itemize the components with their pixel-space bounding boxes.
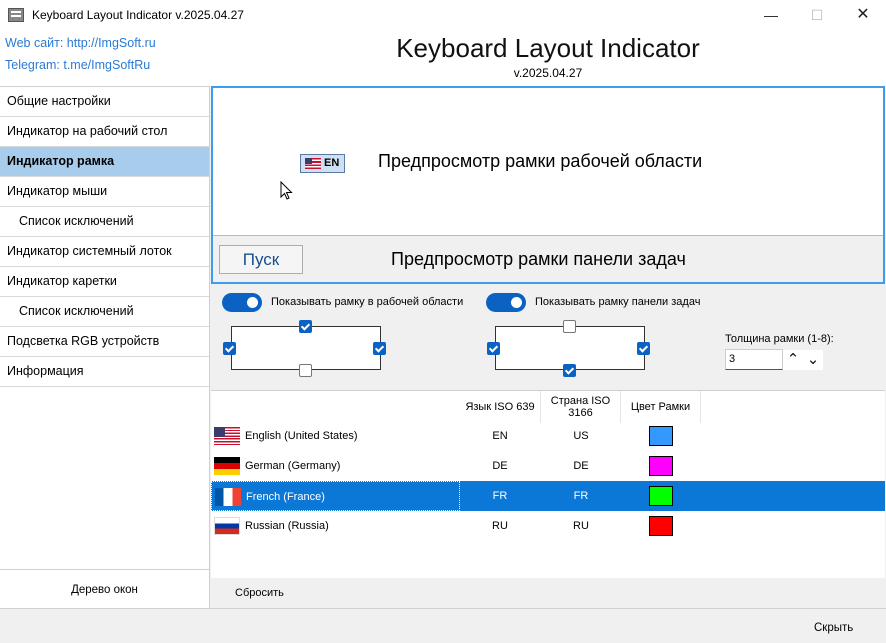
taskbar-preview-label: Предпросмотр рамки панели задач	[391, 249, 686, 269]
mouse-cursor-icon	[280, 181, 293, 200]
hide-button[interactable]: Скрыть	[814, 622, 853, 634]
language-name-cell[interactable]: Russian (Russia)	[211, 511, 460, 541]
window-tree-button[interactable]: Дерево окон	[0, 569, 209, 609]
language-name: Russian (Russia)	[245, 520, 329, 532]
show-workspace-frame-label: Показывать рамку в рабочей области	[271, 296, 464, 308]
workspace-bottom-side-checkbox[interactable]	[299, 364, 312, 377]
table-row[interactable]: German (Germany) DE DE	[211, 451, 885, 481]
start-button[interactable]: Пуск	[219, 245, 303, 274]
sidebar-item-rgb-lighting[interactable]: Подсветка RGB устройств	[0, 327, 209, 357]
sidebar-item-caret-indicator[interactable]: Индикатор каретки	[0, 267, 209, 297]
taskbar-top-side-checkbox[interactable]	[563, 320, 576, 333]
frame-color-swatch[interactable]	[649, 486, 673, 506]
table-row[interactable]: Russian (Russia) RU RU	[211, 511, 885, 541]
chevron-up-icon[interactable]: ⌃	[783, 350, 803, 370]
language-name-cell[interactable]: German (Germany)	[211, 451, 460, 481]
workspace-preview-label: Предпросмотр рамки рабочей области	[378, 151, 703, 171]
sidebar-item-mouse-indicator[interactable]: Индикатор мыши	[0, 177, 209, 207]
taskbar-left-side-checkbox[interactable]	[487, 342, 500, 355]
frame-color-swatch[interactable]	[649, 456, 673, 476]
table-row-selected[interactable]: French (France) FR FR	[211, 481, 885, 511]
language-name-cell[interactable]: French (France)	[211, 481, 460, 511]
table-row[interactable]: English (United States) EN US	[211, 421, 885, 451]
window-title: Keyboard Layout Indicator v.2025.04.27	[32, 8, 244, 22]
telegram-link[interactable]: Telegram: t.me/ImgSoftRu	[5, 58, 150, 72]
taskbar-bottom-side-checkbox[interactable]	[563, 364, 576, 377]
language-name: English (United States)	[245, 430, 358, 442]
iso639-code: EN	[492, 430, 508, 442]
sidebar-item-mouse-exclusions[interactable]: Список исключений	[0, 207, 209, 237]
bottom-bar: Скрыть	[0, 608, 886, 643]
maximize-button[interactable]: ☐	[794, 0, 840, 30]
web-site-link[interactable]: Web сайт: http://ImgSoft.ru	[5, 36, 156, 50]
sidebar: Общие настройки Индикатор на рабочий сто…	[0, 86, 210, 608]
iso3166-code: DE	[573, 460, 589, 472]
us-flag-icon	[305, 158, 321, 169]
reset-button[interactable]: Сбросить	[235, 587, 284, 599]
language-table: Язык ISO 639 Страна ISO 3166 Цвет Рамки …	[211, 390, 885, 578]
sidebar-item-general-settings[interactable]: Общие настройки	[0, 87, 209, 117]
show-workspace-frame-toggle[interactable]	[222, 293, 262, 312]
layout-badge: EN	[300, 154, 345, 173]
iso3166-code: RU	[573, 520, 589, 532]
iso3166-code: FR	[573, 490, 589, 502]
sidebar-item-caret-exclusions[interactable]: Список исключений	[0, 297, 209, 327]
app-version: v.2025.04.27	[513, 66, 583, 80]
sidebar-item-frame-indicator[interactable]: Индикатор рамка	[0, 147, 209, 177]
app-title: Keyboard Layout Indicator	[396, 33, 700, 63]
frame-color-swatch[interactable]	[649, 516, 673, 536]
language-name: German (Germany)	[245, 460, 341, 472]
show-taskbar-frame-label: Показывать рамку панели задач	[535, 296, 701, 308]
iso639-code: FR	[492, 490, 508, 502]
iso639-code: DE	[492, 460, 508, 472]
close-window-button[interactable]: ✕	[840, 0, 886, 30]
workspace-right-side-checkbox[interactable]	[373, 342, 386, 355]
language-name: French (France)	[246, 491, 325, 503]
iso639-code: RU	[492, 520, 508, 532]
frame-thickness-input[interactable]: 3	[725, 349, 783, 370]
header: Web сайт: http://ImgSoft.ru Telegram: t.…	[0, 30, 886, 86]
language-name-cell[interactable]: English (United States)	[211, 421, 460, 451]
chevron-down-icon[interactable]: ⌄	[803, 350, 823, 370]
show-taskbar-frame-toggle[interactable]	[486, 293, 526, 312]
taskbar-preview: Пуск Предпросмотр рамки панели задач	[213, 235, 883, 282]
minimize-button[interactable]: —	[748, 0, 794, 30]
column-header-iso639[interactable]: Язык ISO 639	[460, 391, 541, 423]
frame-preview: EN Предпросмотр рамки рабочей области Пу…	[211, 86, 885, 284]
taskbar-right-side-checkbox[interactable]	[637, 342, 650, 355]
workspace-left-side-checkbox[interactable]	[223, 342, 236, 355]
sidebar-item-information[interactable]: Информация	[0, 357, 209, 387]
column-header-frame-color[interactable]: Цвет Рамки	[621, 391, 701, 423]
fr-flag-icon	[215, 488, 241, 506]
sidebar-item-tray-indicator[interactable]: Индикатор системный лоток	[0, 237, 209, 267]
de-flag-icon	[214, 457, 240, 475]
ru-flag-icon	[214, 517, 240, 535]
frame-thickness-label: Толщина рамки (1-8):	[725, 333, 834, 345]
column-header-iso3166[interactable]: Страна ISO 3166	[541, 391, 621, 423]
keyboard-app-icon	[8, 8, 24, 22]
workspace-top-side-checkbox[interactable]	[299, 320, 312, 333]
title-bar: Keyboard Layout Indicator v.2025.04.27 —…	[0, 0, 886, 30]
iso3166-code: US	[573, 430, 589, 442]
badge-text: EN	[324, 157, 340, 169]
sidebar-item-desktop-indicator[interactable]: Индикатор на рабочий стол	[0, 117, 209, 147]
frame-color-swatch[interactable]	[649, 426, 673, 446]
us-flag-icon	[214, 427, 240, 445]
